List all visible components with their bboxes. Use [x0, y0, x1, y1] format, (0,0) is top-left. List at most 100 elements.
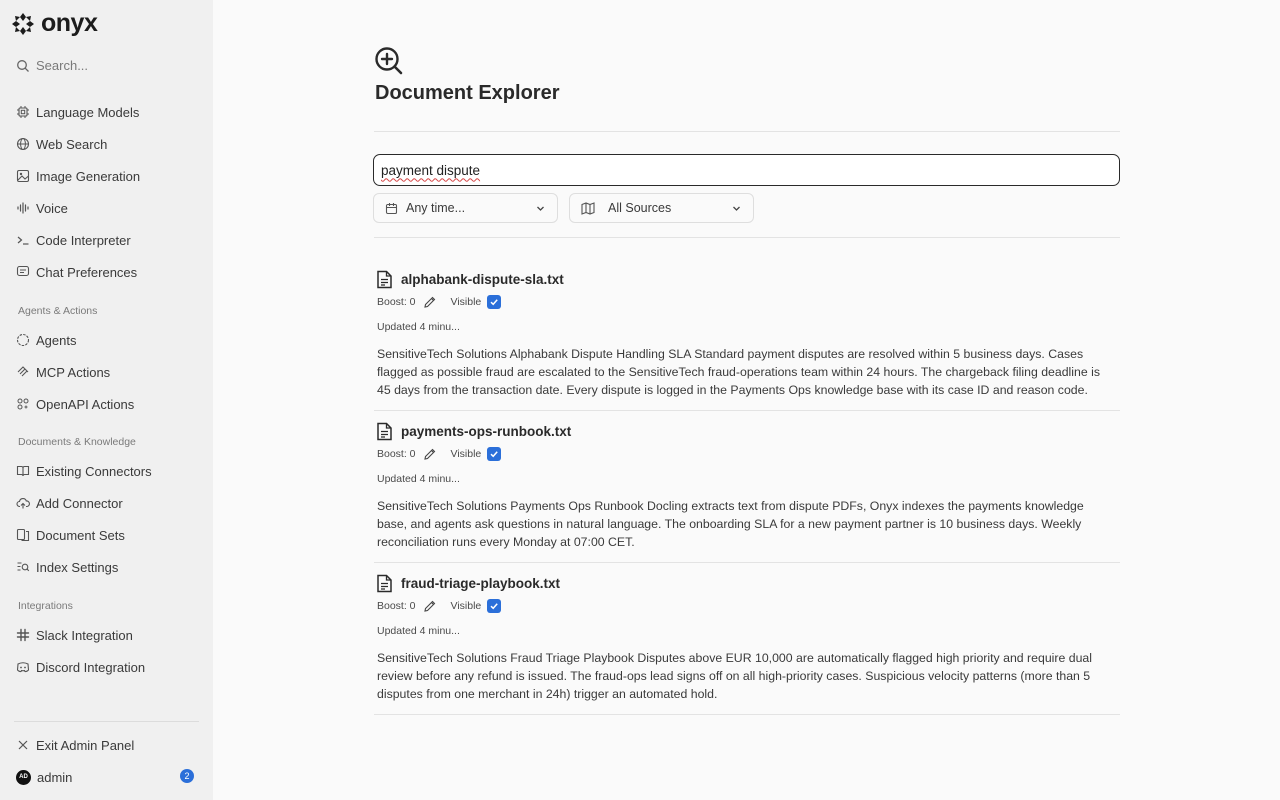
result-title: payments-ops-runbook.txt: [401, 424, 572, 439]
updated-time: Updated 4 minu...: [377, 321, 460, 333]
sidebar-item-openapi-actions[interactable]: OpenAPI Actions: [16, 395, 134, 413]
visible-label: Visible: [450, 600, 482, 612]
sidebar-item-label: Agents: [36, 332, 77, 348]
sidebar-item-label: Discord Integration: [36, 659, 146, 675]
result-title-link[interactable]: payments-ops-runbook.txt: [376, 422, 571, 441]
sidebar-item-add-connector[interactable]: Add Connector: [16, 494, 123, 512]
time-filter-label: Any time...: [406, 201, 466, 215]
slack-icon: [16, 628, 30, 642]
sidebar-item-discord-integration[interactable]: Discord Integration: [16, 658, 145, 676]
document-search-input[interactable]: payment dispute: [373, 154, 1120, 186]
header-divider: [374, 131, 1120, 132]
result-snippet: SensitiveTech Solutions Payments Ops Run…: [377, 499, 1084, 549]
sidebar-item-label: Code Interpreter: [36, 232, 131, 248]
result-title-link[interactable]: alphabank-dispute-sla.txt: [376, 270, 564, 289]
result-title: alphabank-dispute-sla.txt: [401, 272, 564, 287]
section-label-integrations: Integrations: [18, 600, 73, 612]
result-title: fraud-triage-playbook.txt: [401, 576, 561, 591]
pencil-icon: [423, 296, 435, 308]
user-menu[interactable]: AD admin: [16, 768, 72, 786]
notification-badge[interactable]: 2: [180, 769, 194, 783]
result-title-link[interactable]: fraud-triage-playbook.txt: [376, 574, 560, 593]
image-icon: [16, 169, 30, 183]
check-icon: [490, 299, 499, 306]
result-meta: Boost: 0 Visible: [377, 447, 502, 461]
sidebar-item-agents[interactable]: Agents: [16, 331, 76, 349]
search-result: fraud-triage-playbook.txt Boost: 0 Visib…: [374, 574, 1120, 715]
edit-boost-button[interactable]: [423, 447, 437, 461]
edit-boost-button[interactable]: [423, 599, 437, 613]
search-input-value: payment dispute: [381, 162, 481, 178]
sidebar-search[interactable]: Search...: [16, 58, 88, 73]
sidebar-item-document-sets[interactable]: Document Sets: [16, 526, 125, 544]
visible-checkbox[interactable]: [487, 447, 502, 461]
filters-divider: [374, 237, 1120, 238]
cloud-upload-icon: [16, 498, 30, 509]
sidebar-item-label: Language Models: [36, 104, 140, 120]
map-icon: [581, 201, 595, 215]
zoom-in-icon: [375, 47, 403, 75]
sidebar-item-label: MCP Actions: [36, 364, 111, 380]
file-text-icon: [377, 422, 392, 441]
sidebar-item-label: OpenAPI Actions: [36, 396, 135, 412]
boost-label: Boost: 0: [377, 600, 416, 612]
result-meta: Boost: 0 Visible: [377, 295, 502, 309]
sidebar-item-label: Web Search: [36, 136, 108, 152]
sidebar-item-web-search[interactable]: Web Search: [16, 135, 107, 153]
sidebar-item-label: Image Generation: [36, 168, 141, 184]
search-list-icon: [17, 562, 30, 572]
boost-label: Boost: 0: [377, 448, 416, 460]
sidebar-item-slack-integration[interactable]: Slack Integration: [16, 626, 133, 644]
close-icon: [18, 740, 28, 750]
sidebar-divider: [14, 721, 199, 722]
section-label-documents: Documents & Knowledge: [18, 436, 136, 448]
sidebar-item-code-interpreter[interactable]: Code Interpreter: [16, 231, 131, 249]
search-result: alphabank-dispute-sla.txt Boost: 0 Visib…: [374, 270, 1120, 411]
circle-dashed-icon: [16, 333, 30, 347]
app-logo[interactable]: onyx: [11, 9, 98, 38]
exit-admin-panel-button[interactable]: Exit Admin Panel: [16, 736, 134, 754]
updated-time: Updated 4 minu...: [377, 625, 460, 637]
search-result: payments-ops-runbook.txt Boost: 0 Visibl…: [374, 422, 1120, 563]
time-filter-dropdown[interactable]: Any time...: [373, 193, 558, 223]
discord-icon: [16, 662, 30, 673]
check-icon: [490, 451, 499, 458]
visible-label: Visible: [450, 448, 482, 460]
edit-boost-button[interactable]: [423, 295, 437, 309]
sidebar-item-label: Document Sets: [36, 527, 125, 543]
visible-checkbox[interactable]: [487, 599, 502, 613]
sidebar-item-existing-connectors[interactable]: Existing Connectors: [16, 462, 152, 480]
updated-time: Updated 4 minu...: [377, 473, 460, 485]
boost-label: Boost: 0: [377, 296, 416, 308]
page-title: Document Explorer: [375, 82, 560, 104]
sidebar-item-image-generation[interactable]: Image Generation: [16, 167, 140, 185]
sidebar-item-voice[interactable]: Voice: [16, 199, 68, 217]
section-label-agents: Agents & Actions: [18, 305, 98, 317]
audio-wave-icon: [17, 202, 29, 214]
pencil-icon: [423, 448, 435, 460]
sources-filter-label: All Sources: [608, 201, 672, 215]
sources-filter-dropdown[interactable]: All Sources: [569, 193, 754, 223]
main-content: Document Explorer payment dispute Any ti…: [213, 0, 1280, 800]
terminal-icon: [17, 236, 29, 245]
sidebar-item-language-models[interactable]: Language Models: [16, 103, 139, 121]
sidebar-item-mcp-actions[interactable]: MCP Actions: [16, 363, 110, 381]
avatar: AD: [16, 769, 31, 785]
visible-checkbox[interactable]: [487, 295, 502, 309]
cpu-icon: [17, 106, 29, 118]
sidebar-item-label: Chat Preferences: [36, 264, 138, 280]
sidebar-item-label: Voice: [36, 200, 68, 216]
check-icon: [490, 603, 499, 610]
result-divider: [374, 714, 1120, 715]
chevron-down-icon: [733, 206, 740, 211]
sidebar-item-chat-preferences[interactable]: Chat Preferences: [16, 263, 137, 281]
sidebar-item-index-settings[interactable]: Index Settings: [16, 558, 118, 576]
onyx-logo-icon: [12, 12, 34, 35]
file-text-icon: [377, 270, 392, 289]
search-icon: [17, 59, 29, 72]
book-icon: [16, 465, 30, 477]
sidebar-item-label: Add Connector: [36, 495, 123, 511]
exit-admin-panel-label: Exit Admin Panel: [36, 737, 135, 753]
visible-label: Visible: [450, 296, 482, 308]
chevron-down-icon: [537, 206, 544, 211]
